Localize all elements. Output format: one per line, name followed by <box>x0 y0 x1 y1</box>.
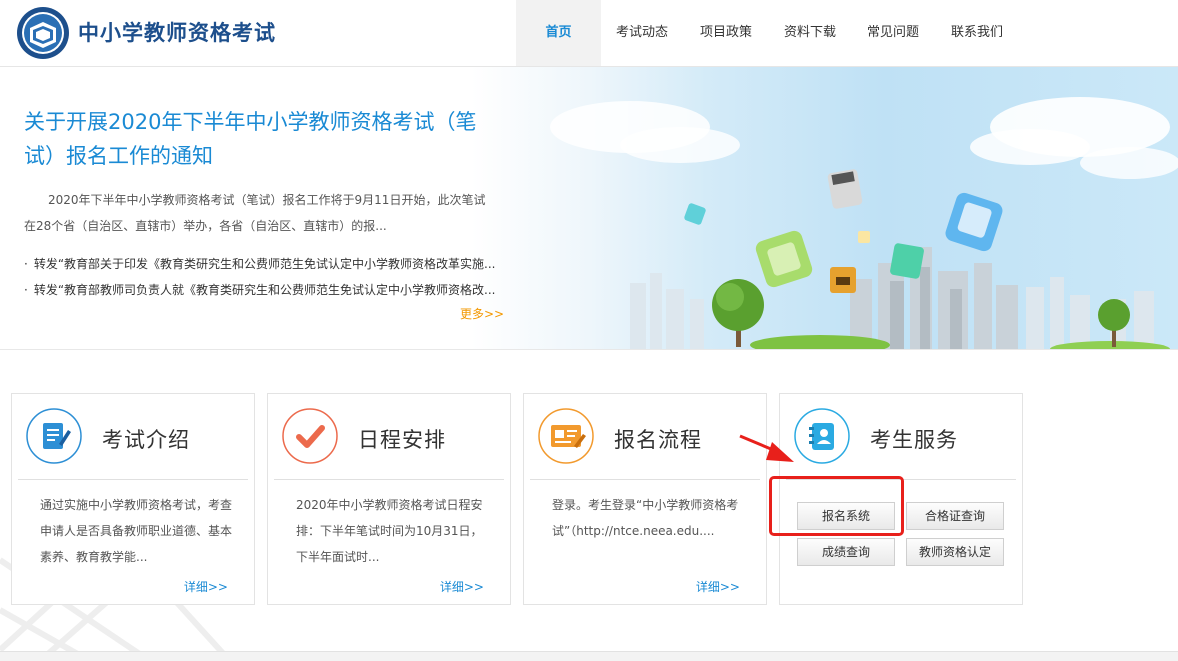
news-link-list: · 转发“教育部关于印发《教育类研究生和公费师范生免试认定中小学教师资格改革实施.… <box>24 251 524 303</box>
card-registration-process: 报名流程 登录。考生登录“中小学教师资格考试”（http://ntce.neea… <box>523 393 767 605</box>
footer-strip <box>0 651 1178 661</box>
site-title[interactable]: 中小学教师资格考试 <box>78 17 276 47</box>
card-schedule: 日程安排 2020年中小学教师资格考试日程安排：下半年笔试时间为10月31日，下… <box>267 393 511 605</box>
id-card-edit-icon <box>538 408 594 464</box>
nav-policy[interactable]: 项目政策 <box>683 0 769 66</box>
news-link-item[interactable]: · 转发“教育部关于印发《教育类研究生和公费师范生免试认定中小学教师资格改革实施.… <box>24 251 524 277</box>
bullet-icon: · <box>24 283 28 297</box>
card-text: 2020年中小学教师资格考试日程安排：下半年笔试时间为10月31日，下半年面试时… <box>296 498 483 564</box>
card-more-link[interactable]: 详细>> <box>440 578 484 595</box>
bullet-icon: · <box>24 257 28 271</box>
book-shield-logo-icon[interactable] <box>16 6 70 60</box>
checkmark-icon <box>282 408 338 464</box>
main-nav: 首页 考试动态 项目政策 资料下载 常见问题 联系我们 <box>516 0 1019 66</box>
certificate-query-button[interactable]: 合格证查询 <box>906 502 1004 530</box>
nav-exam-news[interactable]: 考试动态 <box>601 0 683 66</box>
card-more-link[interactable]: 详细>> <box>184 578 228 595</box>
news-summary: 2020年下半年中小学教师资格考试（笔试）报名工作将于9月11日开始，此次笔试在… <box>24 193 486 233</box>
nav-downloads[interactable]: 资料下载 <box>769 0 851 66</box>
card-text: 登录。考生登录“中小学教师资格考试”（http://ntce.neea.edu.… <box>552 498 739 538</box>
nav-contact[interactable]: 联系我们 <box>935 0 1019 66</box>
card-candidate-services: 考生服务 <box>779 393 1023 605</box>
card-title[interactable]: 考试介绍 <box>102 424 190 454</box>
city-illustration <box>550 97 1178 349</box>
news-banner: 关于开展2020年下半年中小学教师资格考试（笔试）报名工作的通知 2020年下半… <box>0 67 1178 349</box>
divider <box>530 479 760 480</box>
site-header: 中小学教师资格考试 首页 考试动态 项目政策 资料下载 常见问题 联系我们 <box>0 0 1178 67</box>
more-news-link[interactable]: 更多>> <box>460 305 504 322</box>
card-title[interactable]: 报名流程 <box>614 424 702 454</box>
divider <box>274 479 504 480</box>
news-title[interactable]: 关于开展2020年下半年中小学教师资格考试（笔试）报名工作的通知 <box>24 105 494 173</box>
card-text: 通过实施中小学教师资格考试，考查申请人是否具备教师职业道德、基本素养、教育教学能… <box>40 498 233 564</box>
divider <box>18 479 248 480</box>
nav-home[interactable]: 首页 <box>516 0 601 66</box>
card-more-link[interactable]: 详细>> <box>696 578 740 595</box>
document-edit-icon <box>26 408 82 464</box>
news-link-item[interactable]: · 转发“教育部教师司负责人就《教育类研究生和公费师范生免试认定中小学教师资格改.… <box>24 277 524 303</box>
card-exam-intro: 考试介绍 通过实施中小学教师资格考试，考查申请人是否具备教师职业道德、基本素养、… <box>11 393 255 605</box>
score-query-button[interactable]: 成绩查询 <box>797 538 895 566</box>
divider <box>786 479 1016 480</box>
address-book-icon <box>794 408 850 464</box>
card-title[interactable]: 日程安排 <box>358 424 446 454</box>
card-title[interactable]: 考生服务 <box>870 424 958 454</box>
registration-system-button[interactable]: 报名系统 <box>797 502 895 530</box>
teacher-certification-button[interactable]: 教师资格认定 <box>906 538 1004 566</box>
news-link-text[interactable]: 转发“教育部关于印发《教育类研究生和公费师范生免试认定中小学教师资格改革实施..… <box>34 257 496 271</box>
news-link-text[interactable]: 转发“教育部教师司负责人就《教育类研究生和公费师范生免试认定中小学教师资格改..… <box>34 283 496 297</box>
nav-faq[interactable]: 常见问题 <box>851 0 935 66</box>
